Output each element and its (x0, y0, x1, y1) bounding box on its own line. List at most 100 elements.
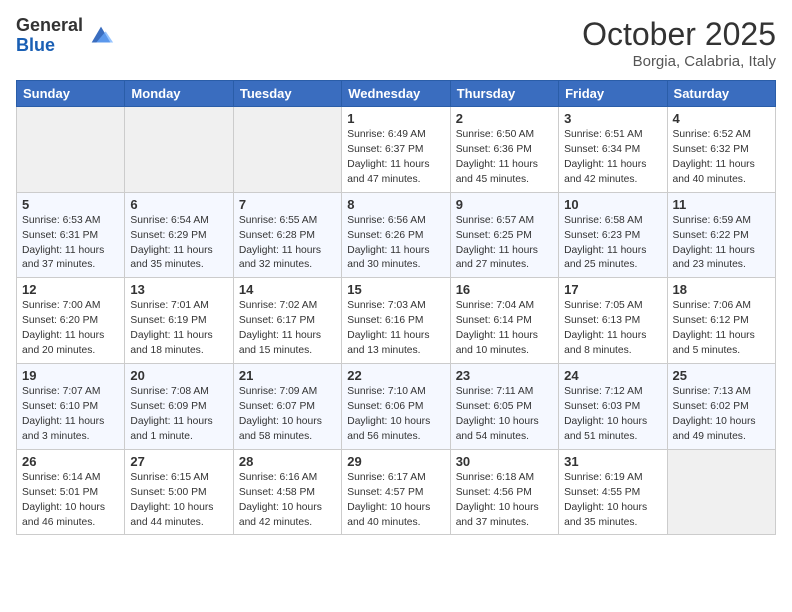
day-header-sunday: Sunday (17, 81, 125, 107)
calendar-cell (125, 107, 233, 193)
day-info: Sunrise: 6:53 AM Sunset: 6:31 PM Dayligh… (22, 214, 119, 274)
day-number: 13 (130, 282, 227, 297)
logo-blue: Blue (16, 36, 83, 56)
day-info: Sunrise: 6:16 AM Sunset: 4:58 PM Dayligh… (239, 471, 336, 531)
logo: General Blue (16, 16, 115, 56)
calendar-cell: 17Sunrise: 7:05 AM Sunset: 6:13 PM Dayli… (559, 278, 667, 364)
calendar-cell: 25Sunrise: 7:13 AM Sunset: 6:02 PM Dayli… (667, 364, 775, 450)
day-number: 28 (239, 454, 336, 469)
calendar-cell: 5 Sunrise: 6:53 AM Sunset: 6:31 PM Daylig… (17, 192, 125, 278)
day-number: 26 (22, 454, 119, 469)
calendar-cell: 11Sunrise: 6:59 AM Sunset: 6:22 PM Dayli… (667, 192, 775, 278)
day-info: Sunrise: 6:54 AM Sunset: 6:29 PM Dayligh… (130, 214, 227, 274)
day-header-friday: Friday (559, 81, 667, 107)
calendar-cell: 4 Sunrise: 6:52 AM Sunset: 6:32 PM Daylig… (667, 107, 775, 193)
day-number: 30 (456, 454, 553, 469)
calendar-cell: 1Sunrise: 6:49 AM Sunset: 6:37 PM Daylig… (342, 107, 450, 193)
calendar-cell: 12 Sunrise: 7:00 AM Sunset: 6:20 PM Dayli… (17, 278, 125, 364)
day-header-saturday: Saturday (667, 81, 775, 107)
day-info: Sunrise: 6:59 AM Sunset: 6:22 PM Dayligh… (673, 214, 770, 274)
week-row-1: 1Sunrise: 6:49 AM Sunset: 6:37 PM Daylig… (17, 107, 776, 193)
calendar-cell: 21 Sunrise: 7:09 AM Sunset: 6:07 PM Dayli… (233, 364, 341, 450)
calendar-cell: 23Sunrise: 7:11 AM Sunset: 6:05 PM Dayli… (450, 364, 558, 450)
day-number: 2 (456, 111, 553, 126)
calendar-cell: 15 Sunrise: 7:03 AM Sunset: 6:16 PM Dayli… (342, 278, 450, 364)
calendar-cell: 22 Sunrise: 7:10 AM Sunset: 6:06 PM Dayli… (342, 364, 450, 450)
calendar-cell: 29Sunrise: 6:17 AM Sunset: 4:57 PM Dayli… (342, 449, 450, 535)
week-row-2: 5 Sunrise: 6:53 AM Sunset: 6:31 PM Daylig… (17, 192, 776, 278)
day-info: Sunrise: 7:04 AM Sunset: 6:14 PM Dayligh… (456, 299, 553, 359)
calendar-header-row: SundayMondayTuesdayWednesdayThursdayFrid… (17, 81, 776, 107)
day-number: 8 (347, 197, 444, 212)
calendar-cell: 16 Sunrise: 7:04 AM Sunset: 6:14 PM Dayli… (450, 278, 558, 364)
day-number: 27 (130, 454, 227, 469)
calendar-cell: 31 Sunrise: 6:19 AM Sunset: 4:55 PM Dayli… (559, 449, 667, 535)
day-number: 6 (130, 197, 227, 212)
calendar-cell: 20Sunrise: 7:08 AM Sunset: 6:09 PM Dayli… (125, 364, 233, 450)
day-info: Sunrise: 6:58 AM Sunset: 6:23 PM Dayligh… (564, 214, 661, 274)
day-header-wednesday: Wednesday (342, 81, 450, 107)
day-number: 18 (673, 282, 770, 297)
calendar-cell: 27 Sunrise: 6:15 AM Sunset: 5:00 PM Dayli… (125, 449, 233, 535)
calendar-table: SundayMondayTuesdayWednesdayThursdayFrid… (16, 80, 776, 535)
week-row-5: 26Sunrise: 6:14 AM Sunset: 5:01 PM Dayli… (17, 449, 776, 535)
location: Borgia, Calabria, Italy (582, 53, 776, 70)
calendar-cell: 10Sunrise: 6:58 AM Sunset: 6:23 PM Dayli… (559, 192, 667, 278)
calendar-cell: 3Sunrise: 6:51 AM Sunset: 6:34 PM Daylig… (559, 107, 667, 193)
calendar-cell (17, 107, 125, 193)
day-info: Sunrise: 7:07 AM Sunset: 6:10 PM Dayligh… (22, 385, 119, 445)
calendar-cell: 24 Sunrise: 7:12 AM Sunset: 6:03 PM Dayli… (559, 364, 667, 450)
day-number: 12 (22, 282, 119, 297)
day-number: 20 (130, 368, 227, 383)
day-info: Sunrise: 6:56 AM Sunset: 6:26 PM Dayligh… (347, 214, 444, 274)
week-row-4: 19 Sunrise: 7:07 AM Sunset: 6:10 PM Dayli… (17, 364, 776, 450)
day-info: Sunrise: 6:55 AM Sunset: 6:28 PM Dayligh… (239, 214, 336, 274)
day-info: Sunrise: 7:11 AM Sunset: 6:05 PM Dayligh… (456, 385, 553, 445)
logo-general: General (16, 16, 83, 36)
day-header-monday: Monday (125, 81, 233, 107)
day-info: Sunrise: 6:15 AM Sunset: 5:00 PM Dayligh… (130, 471, 227, 531)
calendar-cell: 14 Sunrise: 7:02 AM Sunset: 6:17 PM Dayli… (233, 278, 341, 364)
day-number: 15 (347, 282, 444, 297)
day-header-thursday: Thursday (450, 81, 558, 107)
calendar-cell: 8 Sunrise: 6:56 AM Sunset: 6:26 PM Daylig… (342, 192, 450, 278)
day-header-tuesday: Tuesday (233, 81, 341, 107)
day-number: 16 (456, 282, 553, 297)
month-title: October 2025 (582, 16, 776, 53)
calendar-cell: 9Sunrise: 6:57 AM Sunset: 6:25 PM Daylig… (450, 192, 558, 278)
calendar-cell: 7 Sunrise: 6:55 AM Sunset: 6:28 PM Daylig… (233, 192, 341, 278)
day-info: Sunrise: 6:17 AM Sunset: 4:57 PM Dayligh… (347, 471, 444, 531)
day-number: 24 (564, 368, 661, 383)
day-number: 31 (564, 454, 661, 469)
day-info: Sunrise: 7:10 AM Sunset: 6:06 PM Dayligh… (347, 385, 444, 445)
day-info: Sunrise: 7:01 AM Sunset: 6:19 PM Dayligh… (130, 299, 227, 359)
day-info: Sunrise: 7:12 AM Sunset: 6:03 PM Dayligh… (564, 385, 661, 445)
day-number: 4 (673, 111, 770, 126)
day-info: Sunrise: 7:03 AM Sunset: 6:16 PM Dayligh… (347, 299, 444, 359)
day-info: Sunrise: 6:19 AM Sunset: 4:55 PM Dayligh… (564, 471, 661, 531)
day-info: Sunrise: 7:05 AM Sunset: 6:13 PM Dayligh… (564, 299, 661, 359)
day-info: Sunrise: 7:09 AM Sunset: 6:07 PM Dayligh… (239, 385, 336, 445)
week-row-3: 12 Sunrise: 7:00 AM Sunset: 6:20 PM Dayli… (17, 278, 776, 364)
day-number: 7 (239, 197, 336, 212)
page-header: General Blue October 2025 Borgia, Calabr… (16, 16, 776, 70)
day-number: 22 (347, 368, 444, 383)
calendar-cell: 2 Sunrise: 6:50 AM Sunset: 6:36 PM Daylig… (450, 107, 558, 193)
day-number: 14 (239, 282, 336, 297)
day-number: 5 (22, 197, 119, 212)
day-number: 3 (564, 111, 661, 126)
day-info: Sunrise: 7:00 AM Sunset: 6:20 PM Dayligh… (22, 299, 119, 359)
day-info: Sunrise: 7:06 AM Sunset: 6:12 PM Dayligh… (673, 299, 770, 359)
day-number: 21 (239, 368, 336, 383)
calendar-cell: 28 Sunrise: 6:16 AM Sunset: 4:58 PM Dayli… (233, 449, 341, 535)
day-info: Sunrise: 6:50 AM Sunset: 6:36 PM Dayligh… (456, 128, 553, 188)
calendar-cell: 19 Sunrise: 7:07 AM Sunset: 6:10 PM Dayli… (17, 364, 125, 450)
day-info: Sunrise: 7:02 AM Sunset: 6:17 PM Dayligh… (239, 299, 336, 359)
day-info: Sunrise: 6:57 AM Sunset: 6:25 PM Dayligh… (456, 214, 553, 274)
day-number: 25 (673, 368, 770, 383)
title-block: October 2025 Borgia, Calabria, Italy (582, 16, 776, 70)
day-info: Sunrise: 6:52 AM Sunset: 6:32 PM Dayligh… (673, 128, 770, 188)
calendar-cell: 30Sunrise: 6:18 AM Sunset: 4:56 PM Dayli… (450, 449, 558, 535)
calendar-cell (233, 107, 341, 193)
day-number: 19 (22, 368, 119, 383)
